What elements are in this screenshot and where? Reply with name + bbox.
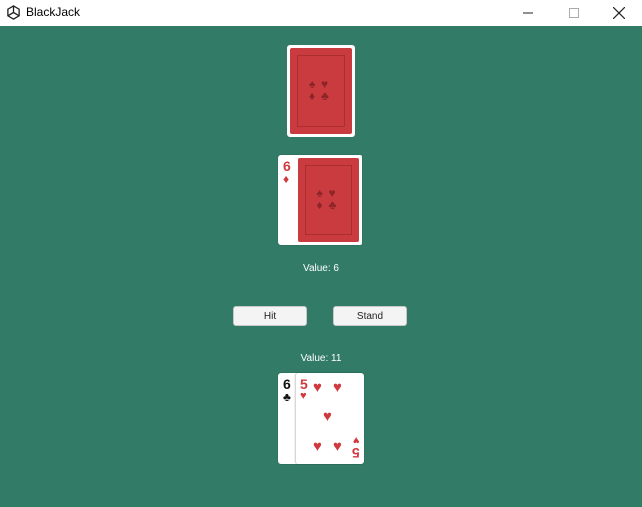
heart-pip-icon: ♥ bbox=[333, 379, 342, 396]
dealer-value-label: Value: 6 bbox=[303, 263, 339, 274]
minimize-icon bbox=[523, 12, 533, 14]
heart-pip-icon: ♥ bbox=[333, 438, 342, 455]
minimize-button[interactable] bbox=[505, 0, 551, 26]
close-button[interactable] bbox=[596, 0, 642, 26]
stand-button[interactable]: Stand bbox=[333, 306, 407, 326]
heart-pip-icon: ♥ bbox=[323, 408, 332, 425]
heart-pip-icon: ♥ bbox=[313, 379, 322, 396]
card-suit: ♣ bbox=[283, 390, 291, 404]
heart-pip-icon: ♥ bbox=[313, 438, 322, 455]
game-table: ♠ ♥ ♦ ♣ 6 ♦ ♠ ♥ ♦ ♣ Value: 6 Hit Stand V… bbox=[0, 26, 642, 507]
card-rank: 6 bbox=[283, 158, 291, 174]
player-card-five-hearts: 5 ♥ ♥ ♥ ♥ ♥ ♥ 5 ♥ bbox=[295, 373, 364, 464]
dealer-card-face-down: ♠ ♥ ♦ ♣ bbox=[295, 155, 362, 245]
card-suit-inverted: ♥ bbox=[353, 434, 360, 446]
card-suit: ♥ bbox=[300, 390, 307, 402]
maximize-button[interactable] bbox=[551, 0, 597, 26]
deck-card-back[interactable]: ♠ ♥ ♦ ♣ bbox=[287, 45, 355, 137]
player-value-label: Value: 11 bbox=[300, 353, 342, 364]
maximize-icon bbox=[569, 8, 579, 18]
card-rank: 6 bbox=[283, 376, 291, 392]
hit-button[interactable]: Hit bbox=[233, 306, 307, 326]
close-icon bbox=[613, 7, 625, 19]
card-suit: ♦ bbox=[283, 172, 290, 186]
unity-logo-icon bbox=[7, 5, 20, 20]
card-back-pattern: ♠ ♥ ♦ ♣ bbox=[316, 186, 337, 212]
card-rank-inverted: 5 bbox=[352, 445, 360, 461]
window-titlebar: BlackJack bbox=[0, 0, 642, 26]
card-back-pattern: ♠ ♥ ♦ ♣ bbox=[309, 77, 329, 103]
window-title: BlackJack bbox=[26, 5, 81, 19]
